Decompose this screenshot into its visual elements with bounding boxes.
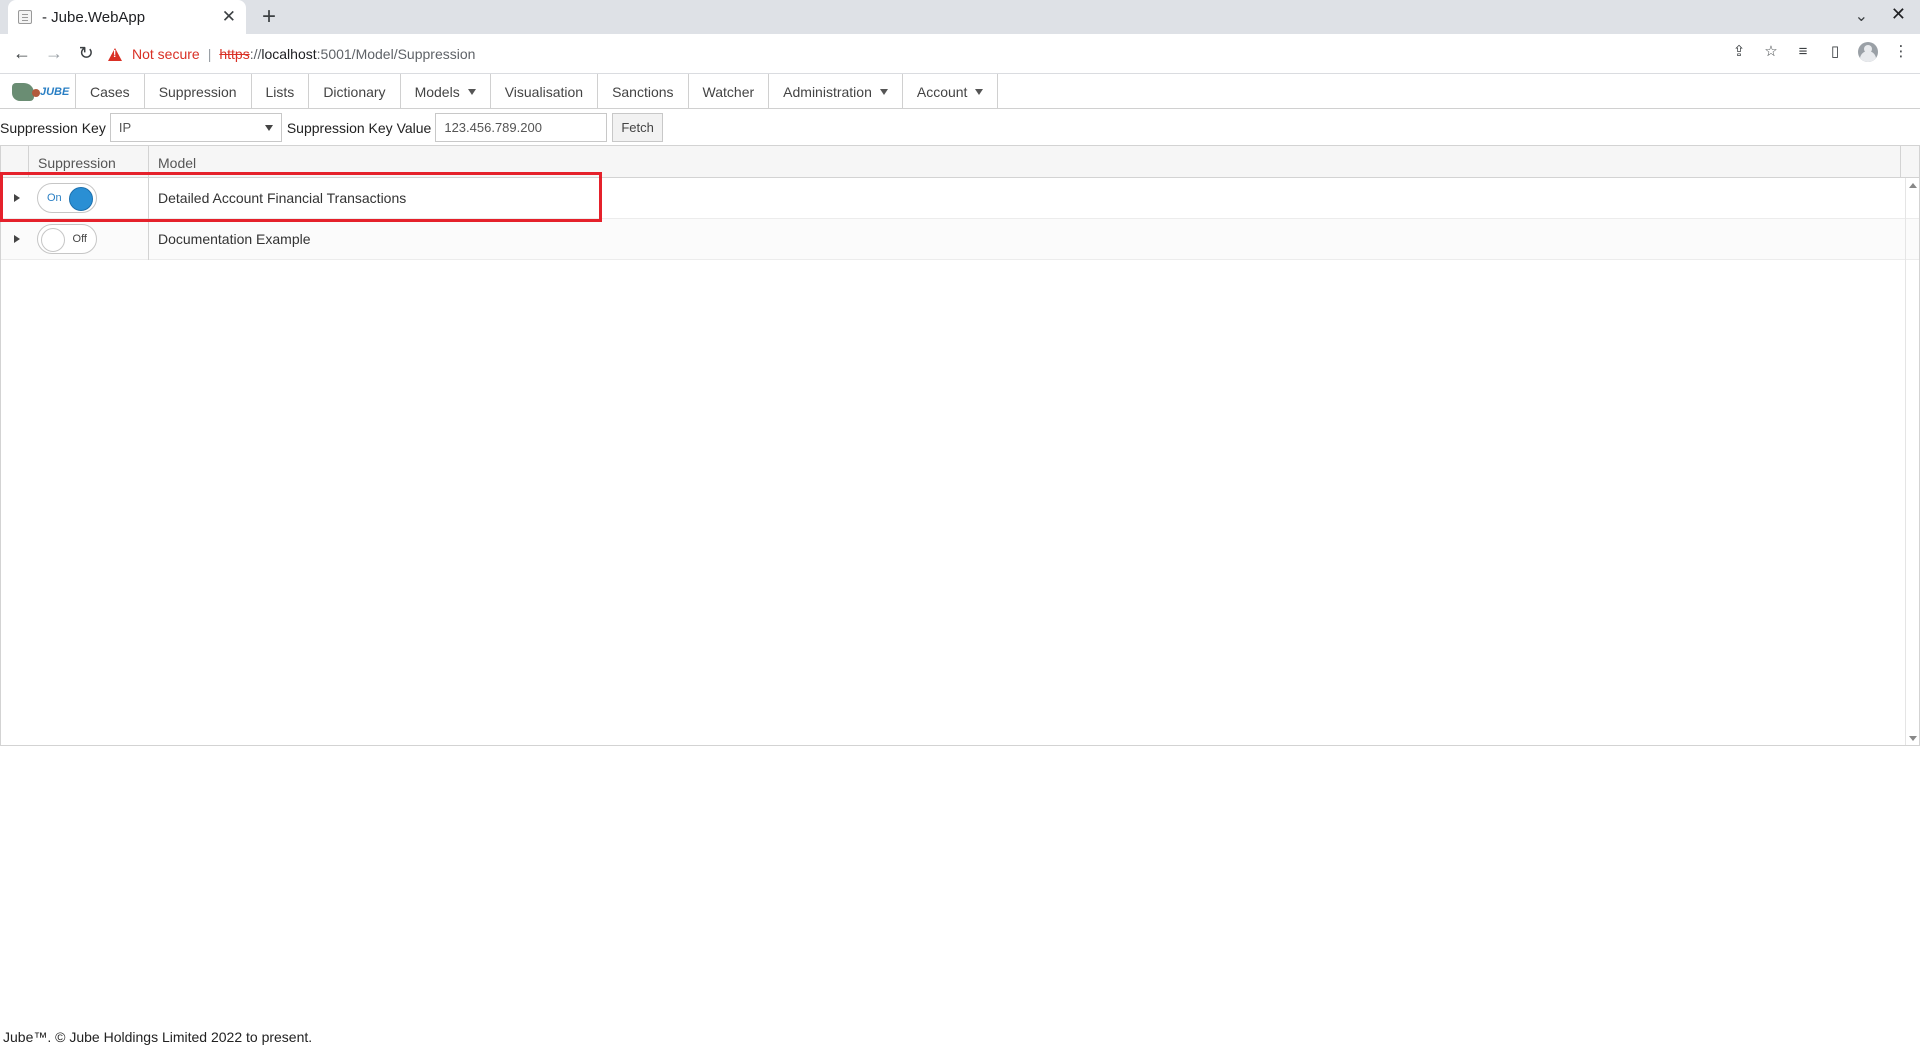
menu-item-account-label: Account	[916, 83, 968, 100]
browser-toolbar: ← → ↻ Not secure | https :// localhost :…	[0, 34, 1920, 74]
menu-item-dictionary[interactable]: Dictionary	[309, 74, 401, 109]
tab-close-icon[interactable]: ✕	[222, 7, 236, 27]
menu-item-cases[interactable]: Cases	[76, 74, 145, 109]
bookmark-star-icon[interactable]: ☆	[1762, 43, 1780, 61]
suppression-key-selected: IP	[118, 120, 132, 135]
more-options-icon[interactable]: ⋮	[1892, 43, 1910, 61]
menu-item-administration[interactable]: Administration	[769, 74, 903, 109]
jube-logo[interactable]: JUBE	[0, 74, 76, 109]
new-tab-icon[interactable]: +	[262, 3, 276, 31]
url-path: :5001/Model/Suppression	[316, 46, 476, 62]
dropdown-arrow-icon[interactable]	[264, 124, 273, 131]
suppression-key-value-input[interactable]	[435, 113, 608, 142]
reading-list-icon[interactable]: ≡	[1794, 43, 1812, 61]
menu-item-administration-label: Administration	[783, 83, 872, 100]
header-scroll-gap	[1901, 146, 1919, 177]
suppression-grid: Suppression Model On Detailed Account Fi…	[0, 145, 1920, 746]
logo-text: JUBE	[40, 85, 70, 98]
model-cell: Documentation Example	[158, 231, 311, 247]
window-close-icon[interactable]: ✕	[1891, 4, 1906, 25]
side-panel-icon[interactable]: ▯	[1826, 43, 1844, 61]
toolbar-icons: ⇪ ☆ ≡ ▯ ⋮	[1730, 42, 1910, 62]
browser-tab-strip: - Jube.WebApp ✕ + ⌄ ✕	[0, 0, 1920, 34]
caret-down-icon	[879, 88, 888, 95]
share-icon[interactable]: ⇪	[1730, 43, 1748, 61]
reload-icon[interactable]: ↻	[70, 43, 102, 64]
security-status[interactable]: Not secure	[132, 46, 200, 62]
address-separator: |	[207, 46, 212, 62]
menu-item-suppression[interactable]: Suppression	[145, 74, 252, 109]
back-arrow-icon[interactable]: ←	[6, 43, 38, 64]
toggle-label: Off	[72, 233, 87, 245]
menu-item-sanctions[interactable]: Sanctions	[598, 74, 689, 109]
url-scheme: https	[219, 46, 250, 62]
menu-item-models-label: Models	[414, 83, 460, 100]
annotation-highlight-box	[0, 172, 602, 222]
table-row: Off Documentation Example	[1, 218, 1919, 260]
browser-tab[interactable]: - Jube.WebApp ✕	[8, 0, 246, 34]
fetch-button[interactable]: Fetch	[612, 113, 663, 142]
suppression-key-value-label: Suppression Key Value	[286, 119, 432, 136]
suppression-cell: Off	[29, 218, 149, 260]
page-footer: Jube™. © Jube Holdings Limited 2022 to p…	[3, 1029, 313, 1045]
jube-logo-icon	[12, 82, 40, 101]
menu-item-watcher[interactable]: Watcher	[689, 74, 770, 109]
url-host: localhost	[261, 46, 317, 62]
menu-item-account[interactable]: Account	[903, 74, 999, 109]
app-menu-bar: JUBE Cases Suppression Lists Dictionary …	[0, 74, 1920, 109]
expand-triangle-icon[interactable]	[14, 235, 20, 243]
suppression-key-label: Suppression Key	[0, 119, 106, 136]
scroll-up-arrow-icon[interactable]	[1909, 183, 1917, 188]
grid-vertical-scrollbar[interactable]	[1905, 178, 1919, 745]
suppression-toggle[interactable]: Off	[37, 224, 97, 254]
tab-search-chevron-icon[interactable]: ⌄	[1855, 6, 1868, 26]
row-expander[interactable]	[1, 235, 29, 243]
scroll-down-arrow-icon[interactable]	[1909, 736, 1917, 741]
forward-arrow-icon[interactable]: →	[38, 43, 70, 64]
profile-avatar-icon[interactable]	[1858, 42, 1878, 62]
url-scheme-separator: ://	[249, 46, 262, 62]
menu-item-lists[interactable]: Lists	[252, 74, 310, 109]
warning-icon[interactable]	[108, 47, 122, 61]
tab-title: - Jube.WebApp	[42, 8, 146, 26]
caret-down-icon	[975, 88, 984, 95]
caret-down-icon	[467, 88, 476, 95]
address-bar[interactable]: Not secure | https :// localhost :5001/M…	[108, 38, 1728, 70]
suppression-filter-bar: Suppression Key IP Suppression Key Value…	[0, 110, 663, 145]
page-favicon-icon	[18, 10, 32, 24]
suppression-key-select[interactable]: IP	[109, 113, 282, 142]
toggle-knob[interactable]	[41, 228, 65, 252]
menu-item-visualisation[interactable]: Visualisation	[491, 74, 599, 109]
menu-item-models[interactable]: Models	[401, 74, 491, 109]
